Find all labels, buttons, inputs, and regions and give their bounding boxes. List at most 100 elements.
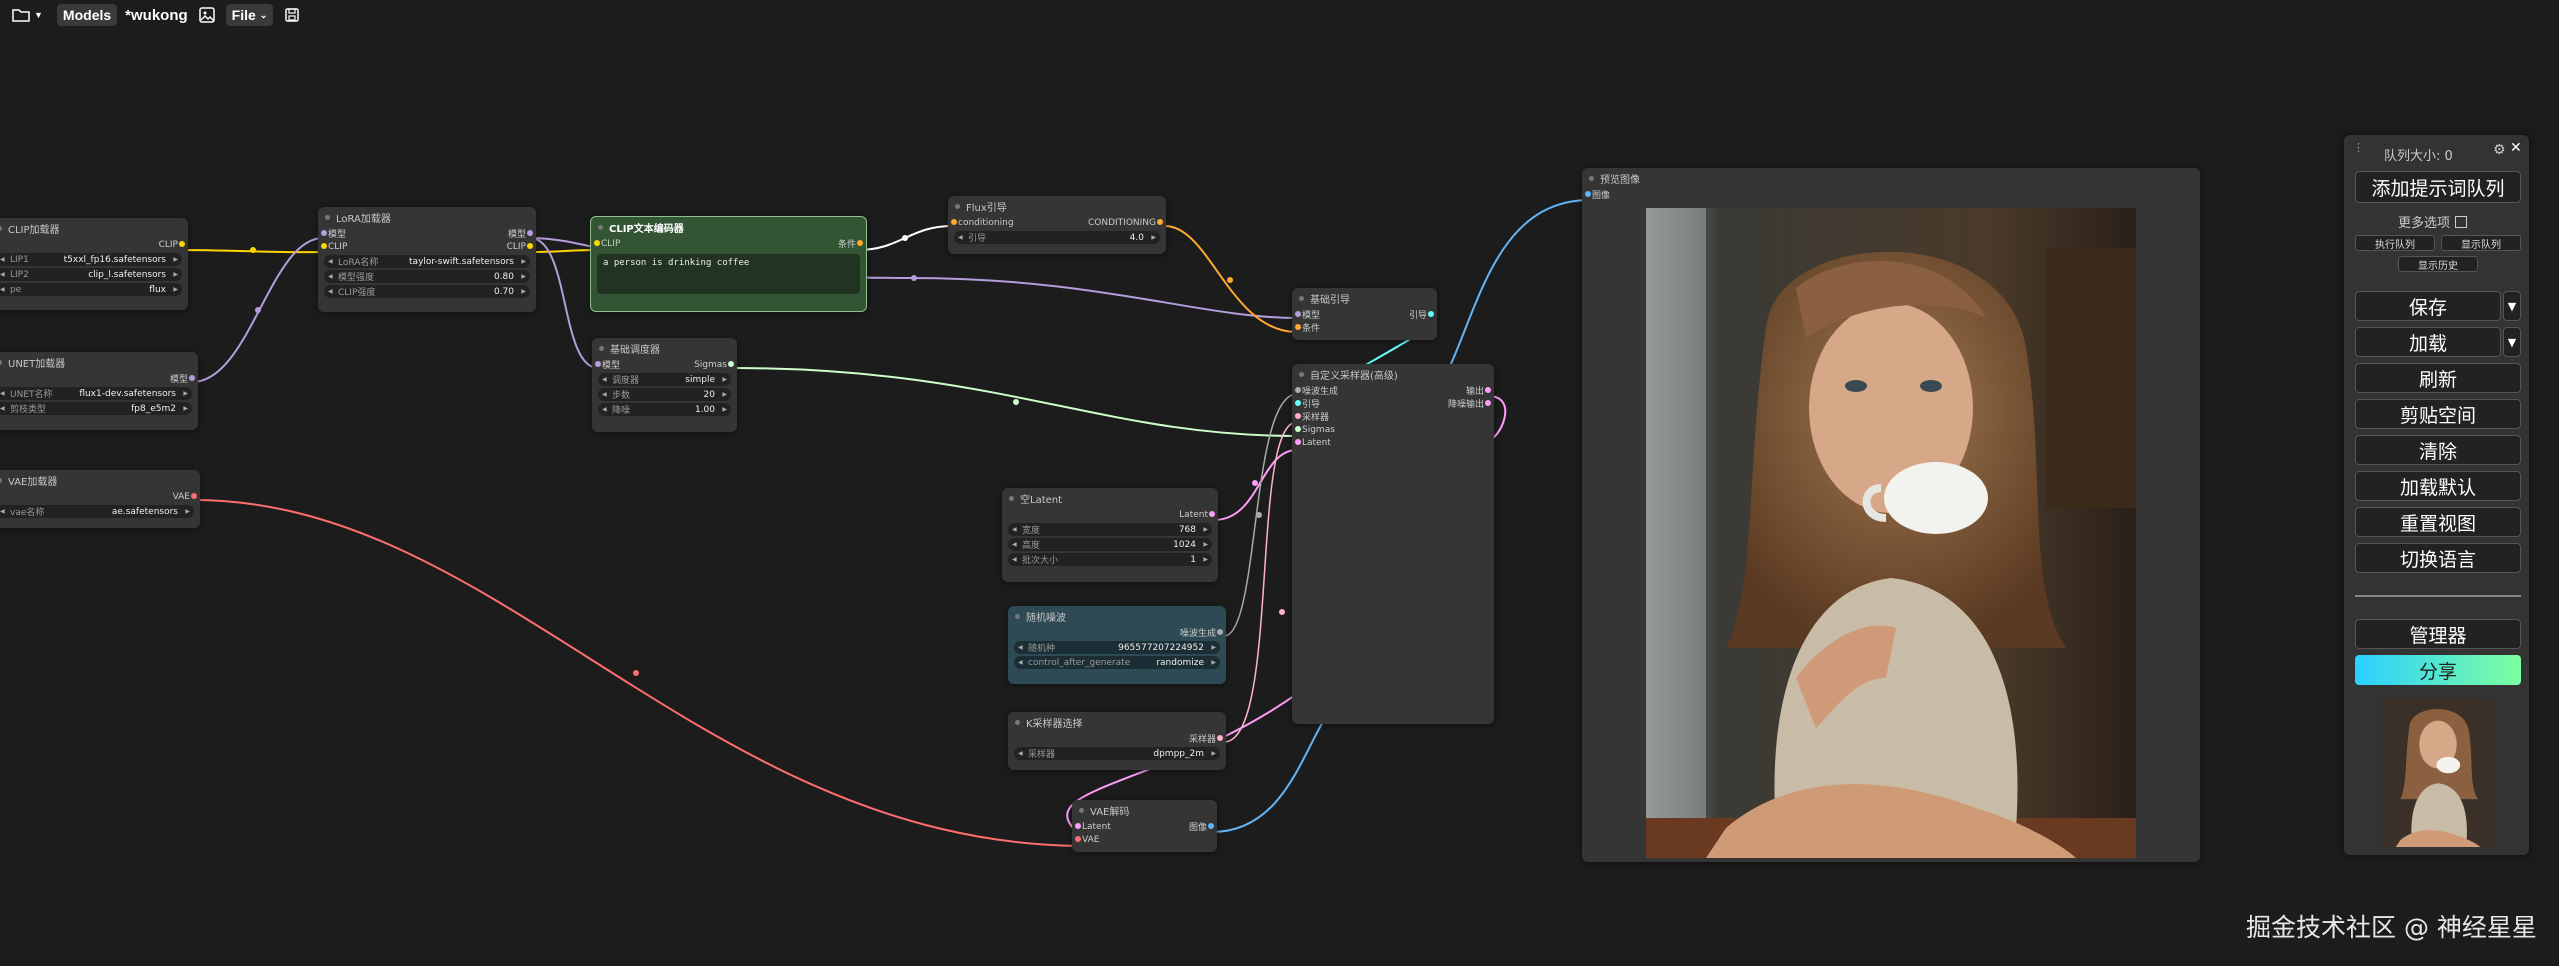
output-socket[interactable] [179, 241, 185, 247]
manager-button[interactable]: 管理器 [2355, 619, 2521, 649]
input-socket[interactable] [594, 240, 600, 246]
image-icon[interactable] [196, 4, 218, 26]
combo-widget[interactable]: 采样器 dpmpp_2m [1014, 747, 1220, 760]
output-socket[interactable] [1485, 387, 1491, 393]
queue-prompt-button[interactable]: 添加提示词队列 [2355, 171, 2521, 203]
load-default-button[interactable]: 加载默认 [2355, 471, 2521, 501]
reset-view-button[interactable]: 重置视图 [2355, 507, 2521, 537]
input-socket[interactable] [1075, 836, 1081, 842]
output-socket[interactable] [527, 230, 533, 236]
save-button[interactable]: 保存 [2355, 291, 2501, 321]
input-socket[interactable] [321, 230, 327, 236]
file-menu-button[interactable]: File ⌄ [225, 4, 274, 26]
combo-widget[interactable]: 剪枝类型 fp8_e5m2 [0, 402, 192, 415]
combo-widget[interactable]: LIP1 t5xxl_fp16.safetensors [0, 253, 182, 266]
node-unet-loader[interactable]: UNET加载器 模型 UNET名称 flux1-dev.safetensors 剪… [0, 352, 198, 430]
input-socket[interactable] [1585, 191, 1591, 197]
gear-icon[interactable]: ⚙ [2493, 142, 2506, 158]
load-button[interactable]: 加载 [2355, 327, 2501, 357]
node-title: VAE解码 [1072, 800, 1217, 820]
node-custom-sampler-advanced[interactable]: 自定义采样器(高级) 噪波生成 输出 引导 降噪输出 采样器 Sigmas Late… [1292, 364, 1494, 724]
node-empty-latent[interactable]: 空Latent Latent 宽度 768 高度 1024 批次大小 1 [1002, 488, 1218, 582]
view-queue2-button[interactable]: 显示队列 [2441, 235, 2521, 251]
queue-side-panel: ⋮ 队列大小: 0 ⚙ ✕ 添加提示词队列 更多选项 执行队列 显示队列 显示历… [2344, 135, 2529, 855]
drag-handle-icon[interactable]: ⋮ [2353, 141, 2364, 154]
extra-options-checkbox[interactable] [2455, 215, 2468, 228]
input-socket[interactable] [1295, 324, 1301, 330]
view-history-button[interactable]: 显示历史 [2398, 256, 2478, 272]
number-widget[interactable]: 引导 4.0 [954, 231, 1160, 244]
node-vae-decode[interactable]: VAE解码 Latent 图像 VAE [1072, 800, 1217, 852]
close-icon[interactable]: ✕ [2510, 140, 2522, 156]
prompt-textarea[interactable]: a person is drinking coffee [597, 254, 860, 294]
input-socket[interactable] [1295, 426, 1301, 432]
output-socket[interactable] [728, 361, 734, 367]
node-clip-text-encoder[interactable]: CLIP文本编码器 CLIP 条件 a person is drinking co… [590, 216, 867, 312]
save-dropdown-button[interactable]: ▼ [2503, 291, 2521, 321]
widget-value: taylor-swift.safetensors [409, 256, 514, 267]
save-icon[interactable] [281, 4, 303, 26]
input-socket[interactable] [1295, 387, 1301, 393]
number-widget[interactable]: 模型强度 0.80 [324, 270, 530, 283]
node-lora-loader[interactable]: LoRA加载器 模型 模型 CLIP CLIP LoRA名称 taylor-swift… [318, 207, 536, 312]
number-widget[interactable]: 批次大小 1 [1008, 553, 1212, 566]
models-button[interactable]: Models [56, 4, 118, 26]
combo-widget[interactable]: LIP2 clip_l.safetensors [0, 268, 182, 281]
number-widget[interactable]: 步数 20 [598, 388, 731, 401]
node-preview-image[interactable]: 预览图像 图像 [1582, 168, 2200, 862]
node-basic-scheduler[interactable]: 基础调度器 模型 Sigmas 调度器 simple 步数 20 降噪 1.00 [592, 338, 737, 432]
node-basic-guider[interactable]: 基础引导 模型 引导 条件 [1292, 288, 1437, 340]
preview-output-image[interactable] [1646, 208, 2136, 858]
input-socket[interactable] [1075, 823, 1081, 829]
input-socket[interactable] [951, 219, 957, 225]
combo-widget[interactable]: 调度器 simple [598, 373, 731, 386]
output-socket[interactable] [1428, 311, 1434, 317]
combo-widget[interactable]: vae名称 ae.safetensors [0, 505, 194, 518]
input-label: CLIP [601, 238, 621, 249]
node-io-row: Latent 图像 [1072, 820, 1217, 833]
output-socket[interactable] [1217, 735, 1223, 741]
node-clip-loader[interactable]: CLIP加载器 CLIP LIP1t5xxl_fp16.safetensors … [0, 218, 188, 310]
combo-widget[interactable]: UNET名称 flux1-dev.safetensors [0, 387, 192, 400]
input-label: 图像 [1592, 191, 1611, 201]
extra-options-row[interactable]: 更多选项 [2398, 212, 2468, 231]
widget-value: randomize [1156, 657, 1204, 668]
output-socket[interactable] [1157, 219, 1163, 225]
node-random-noise[interactable]: 随机噪波 噪波生成 随机种 965577207224952 control_aft… [1008, 606, 1226, 684]
share-button[interactable]: 分享 [2355, 655, 2521, 685]
number-widget[interactable]: 高度 1024 [1008, 538, 1212, 551]
workflow-folder-button[interactable]: ▼ [6, 5, 49, 25]
load-dropdown-button[interactable]: ▼ [2503, 327, 2521, 357]
view-queue-button[interactable]: 执行队列 [2355, 235, 2435, 251]
number-widget[interactable]: 宽度 768 [1008, 523, 1212, 536]
node-flux-guidance[interactable]: Flux引导 conditioning CONDITIONING 引导 4.0 [948, 196, 1166, 254]
input-socket[interactable] [321, 243, 327, 249]
history-thumbnail[interactable] [2382, 699, 2494, 847]
refresh-button[interactable]: 刷新 [2355, 363, 2521, 393]
input-socket[interactable] [595, 361, 601, 367]
output-socket[interactable] [1217, 629, 1223, 635]
switch-language-button[interactable]: 切换语言 [2355, 543, 2521, 573]
number-widget[interactable]: 随机种 965577207224952 [1014, 641, 1220, 654]
node-ksampler-select[interactable]: K采样器选择 采样器 采样器 dpmpp_2m [1008, 712, 1226, 770]
number-widget[interactable]: 降噪 1.00 [598, 403, 731, 416]
output-socket[interactable] [1209, 511, 1215, 517]
widget-value: fp8_e5m2 [131, 403, 176, 414]
input-socket[interactable] [1295, 400, 1301, 406]
output-socket[interactable] [189, 375, 195, 381]
clipspace-button[interactable]: 剪贴空间 [2355, 399, 2521, 429]
output-socket[interactable] [191, 493, 197, 499]
output-socket[interactable] [857, 240, 863, 246]
combo-widget[interactable]: control_after_generate randomize [1014, 656, 1220, 669]
clear-button[interactable]: 清除 [2355, 435, 2521, 465]
input-socket[interactable] [1295, 439, 1301, 445]
input-socket[interactable] [1295, 311, 1301, 317]
combo-widget[interactable]: LoRA名称 taylor-swift.safetensors [324, 255, 530, 268]
node-vae-loader[interactable]: VAE加载器 VAE vae名称 ae.safetensors [0, 470, 200, 528]
input-socket[interactable] [1295, 413, 1301, 419]
combo-widget[interactable]: pe flux [0, 283, 182, 296]
output-socket[interactable] [527, 243, 533, 249]
output-socket[interactable] [1485, 400, 1491, 406]
output-socket[interactable] [1208, 823, 1214, 829]
number-widget[interactable]: CLIP强度 0.70 [324, 285, 530, 298]
